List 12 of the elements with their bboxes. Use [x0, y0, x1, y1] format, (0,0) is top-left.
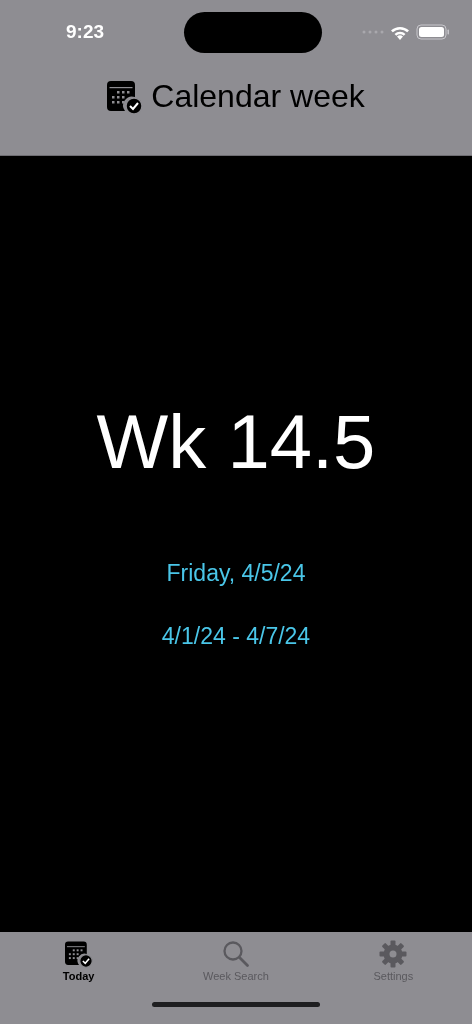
nav-title: Calendar week [151, 78, 365, 115]
tab-item[interactable]: Today [28, 940, 129, 982]
status-time: 9:23 [66, 21, 106, 43]
settings-icon [379, 940, 408, 968]
battery-icon [416, 24, 450, 40]
calendar-check-icon [64, 940, 93, 968]
search-icon [222, 940, 250, 968]
current-date: Friday, 4/5/24 [166, 560, 306, 587]
week-number: Wk 14.5 [96, 398, 376, 485]
calendar-check-icon [107, 78, 144, 115]
week-date-range: 4/1/24 - 4/7/24 [161, 623, 311, 650]
wifi-icon [390, 24, 410, 40]
